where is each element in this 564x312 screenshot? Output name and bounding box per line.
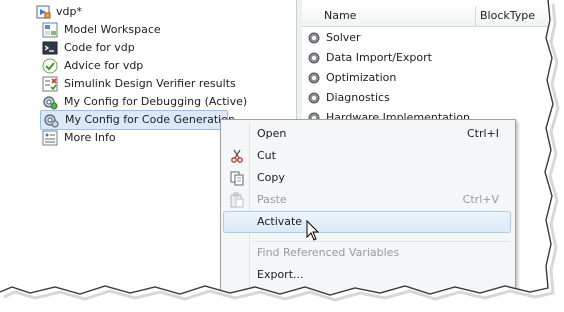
menu-item-label: Copy <box>257 171 285 184</box>
config-icon <box>44 114 59 128</box>
list-item-optimization[interactable]: Optimization <box>306 68 506 88</box>
gear-icon <box>308 92 320 104</box>
list-item-label: Solver <box>326 31 361 44</box>
scissors-icon <box>231 149 243 163</box>
menu-item-paste[interactable]: Paste Ctrl+V <box>223 189 513 211</box>
menu-item-activate[interactable]: Activate <box>223 211 511 233</box>
model-icon <box>36 5 51 19</box>
tree-item-model-workspace[interactable]: Model Workspace <box>42 21 192 39</box>
menu-item-export[interactable]: Export... <box>223 264 513 286</box>
tree-item-code[interactable]: Code for vdp <box>42 39 192 57</box>
tree-root-label: vdp* <box>56 5 82 18</box>
info-icon <box>42 130 58 146</box>
list-item-solver[interactable]: Solver <box>306 28 506 48</box>
workspace-icon <box>42 22 58 38</box>
tree-item-sldv-results[interactable]: Simulink Design Verifier results <box>42 75 262 93</box>
tree-item-label: Code for vdp <box>64 41 135 54</box>
list-item-label: Data Import/Export <box>326 51 432 64</box>
column-divider[interactable] <box>475 6 476 26</box>
menu-item-open[interactable]: Open Ctrl+I <box>223 123 513 145</box>
copy-icon <box>230 171 244 186</box>
list-item-label: Diagnostics <box>326 91 390 104</box>
config-icon <box>43 96 58 110</box>
menu-item-label: Open <box>257 127 287 140</box>
list-item-diagnostics[interactable]: Diagnostics <box>306 88 506 108</box>
gear-icon <box>308 32 320 44</box>
window: vdp* Model Workspace Code for vdp Advice… <box>0 0 548 296</box>
tree-item-label: Advice for vdp <box>64 59 144 72</box>
menu-item-find-referenced-variables[interactable]: Find Referenced Variables <box>223 242 513 264</box>
paste-icon <box>230 192 244 208</box>
menu-item-shortcut: Ctrl+V <box>462 193 499 206</box>
tree-item-label: More Info <box>64 131 116 144</box>
tree-root[interactable]: vdp* <box>18 3 138 21</box>
menu-item-label: Paste <box>257 193 287 206</box>
gear-icon <box>308 52 320 64</box>
mouse-pointer-icon <box>306 220 320 241</box>
tree-item-config-codegen[interactable]: My Config for Code Generation <box>40 110 235 130</box>
menu-item-shortcut: Ctrl+I <box>466 127 499 140</box>
tree-item-more-info[interactable]: More Info <box>42 129 192 147</box>
column-header-name[interactable]: Name <box>324 9 356 22</box>
menu-item-label: Export... <box>257 268 304 281</box>
tree-item-label: My Config for Code Generation <box>65 113 235 126</box>
tree-item-config-debugging[interactable]: My Config for Debugging (Active) <box>42 93 262 111</box>
menu-item-label: Find Referenced Variables <box>257 246 400 259</box>
checkmark-icon <box>42 58 58 74</box>
column-header-blocktype[interactable]: BlockType <box>480 9 535 22</box>
verifier-icon <box>42 76 58 92</box>
tree-item-label: Simulink Design Verifier results <box>64 77 236 90</box>
menu-item-cut[interactable]: Cut <box>223 145 513 167</box>
column-header: Name BlockType <box>302 6 548 27</box>
menu-item-label: Activate <box>257 215 303 228</box>
menu-item-copy[interactable]: Copy <box>223 167 513 189</box>
tree-item-label: Model Workspace <box>64 23 161 36</box>
gear-icon <box>308 72 320 84</box>
tree-item-advice[interactable]: Advice for vdp <box>42 57 192 75</box>
list-item-label: Optimization <box>326 71 397 84</box>
list-item-data-import-export[interactable]: Data Import/Export <box>306 48 506 68</box>
tree-item-label: My Config for Debugging (Active) <box>64 95 248 108</box>
menu-item-label: Cut <box>257 149 276 162</box>
code-icon <box>42 41 58 55</box>
context-menu: Open Ctrl+I Cut Copy Paste Ctrl+V Activa… <box>220 119 516 296</box>
